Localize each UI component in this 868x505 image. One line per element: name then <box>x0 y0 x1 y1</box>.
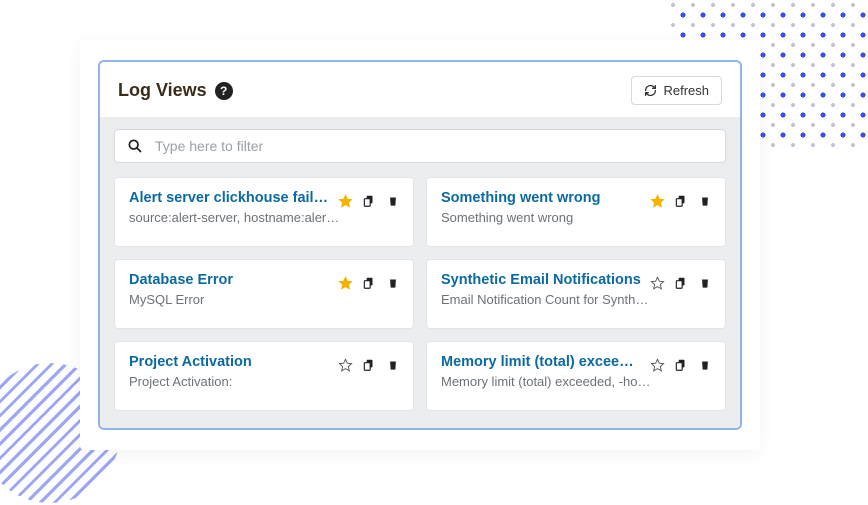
copy-icon[interactable] <box>673 357 689 373</box>
card-title[interactable]: Something went wrong <box>441 190 641 206</box>
card-subtitle: Something went wrong <box>441 210 711 225</box>
title-wrap: Log Views ? <box>118 80 233 101</box>
copy-icon[interactable] <box>673 193 689 209</box>
card-actions <box>337 193 401 209</box>
card-subtitle: Project Activation: <box>129 374 399 389</box>
copy-icon[interactable] <box>361 193 377 209</box>
trash-icon[interactable] <box>697 357 713 373</box>
copy-icon[interactable] <box>361 357 377 373</box>
card-something-wrong: Something went wrong Something went wron… <box>426 177 726 247</box>
card-memory-limit: Memory limit (total) exceeded Memory lim… <box>426 341 726 411</box>
copy-icon[interactable] <box>673 275 689 291</box>
refresh-icon <box>644 84 657 97</box>
star-icon[interactable] <box>337 357 353 373</box>
trash-icon[interactable] <box>385 275 401 291</box>
card-subtitle: Memory limit (total) exceeded, -ho… <box>441 374 711 389</box>
star-icon[interactable] <box>649 275 665 291</box>
card-title[interactable]: Memory limit (total) exceeded <box>441 354 641 370</box>
card-alert-server: Alert server clickhouse failure source:a… <box>114 177 414 247</box>
filter-input[interactable] <box>155 138 713 154</box>
refresh-label: Refresh <box>663 83 709 98</box>
card-title[interactable]: Alert server clickhouse failure <box>129 190 329 206</box>
card-actions <box>649 275 713 291</box>
search-icon <box>127 138 143 154</box>
trash-icon[interactable] <box>697 193 713 209</box>
card-subtitle: source:alert-server, hostname:aler… <box>129 210 399 225</box>
card-database-error: Database Error MySQL Error <box>114 259 414 329</box>
trash-icon[interactable] <box>697 275 713 291</box>
help-icon[interactable]: ? <box>215 82 233 100</box>
star-icon[interactable] <box>649 357 665 373</box>
star-icon[interactable] <box>337 193 353 209</box>
card-subtitle: MySQL Error <box>129 292 399 307</box>
panel: Log Views ? Refresh <box>80 40 760 450</box>
page-title: Log Views <box>118 80 207 101</box>
card-actions <box>337 275 401 291</box>
log-views-container: Log Views ? Refresh <box>98 60 742 430</box>
trash-icon[interactable] <box>385 357 401 373</box>
card-synthetic-email: Synthetic Email Notifications Email Noti… <box>426 259 726 329</box>
header: Log Views ? Refresh <box>100 62 740 117</box>
body: Alert server clickhouse failure source:a… <box>100 117 740 428</box>
card-actions <box>649 193 713 209</box>
copy-icon[interactable] <box>361 275 377 291</box>
star-icon[interactable] <box>337 275 353 291</box>
star-icon[interactable] <box>649 193 665 209</box>
card-grid: Alert server clickhouse failure source:a… <box>114 177 726 411</box>
card-title[interactable]: Synthetic Email Notifications <box>441 272 641 288</box>
search-row <box>114 129 726 163</box>
trash-icon[interactable] <box>385 193 401 209</box>
card-subtitle: Email Notification Count for Synth… <box>441 292 711 307</box>
card-project-activation: Project Activation Project Activation: <box>114 341 414 411</box>
refresh-button[interactable]: Refresh <box>631 76 722 105</box>
card-actions <box>337 357 401 373</box>
card-title[interactable]: Project Activation <box>129 354 329 370</box>
card-actions <box>649 357 713 373</box>
card-title[interactable]: Database Error <box>129 272 329 288</box>
